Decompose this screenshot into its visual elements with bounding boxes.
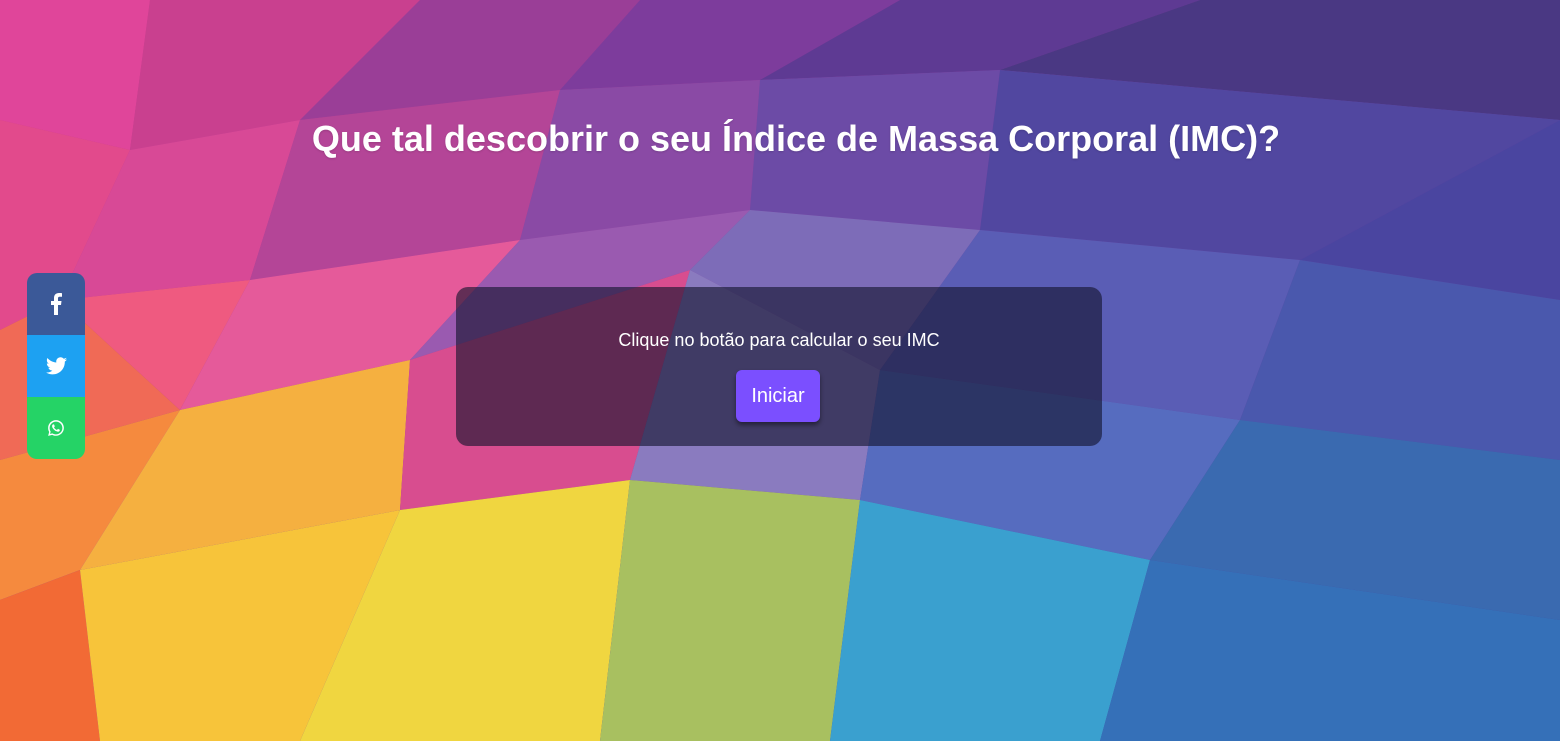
twitter-icon [45, 357, 67, 375]
whatsapp-icon [48, 420, 64, 436]
bmi-card: Clique no botão para calcular o seu IMC … [456, 287, 1102, 446]
whatsapp-share-button[interactable] [27, 397, 85, 459]
card-prompt: Clique no botão para calcular o seu IMC [618, 330, 940, 350]
facebook-icon [51, 293, 62, 315]
social-share-bar [27, 273, 85, 459]
twitter-share-button[interactable] [27, 335, 85, 397]
facebook-share-button[interactable] [27, 273, 85, 335]
page-title: Que tal descobrir o seu Índice de Massa … [311, 118, 1281, 159]
start-button[interactable]: Iniciar [736, 370, 820, 422]
page: Que tal descobrir o seu Índice de Massa … [0, 0, 1560, 741]
